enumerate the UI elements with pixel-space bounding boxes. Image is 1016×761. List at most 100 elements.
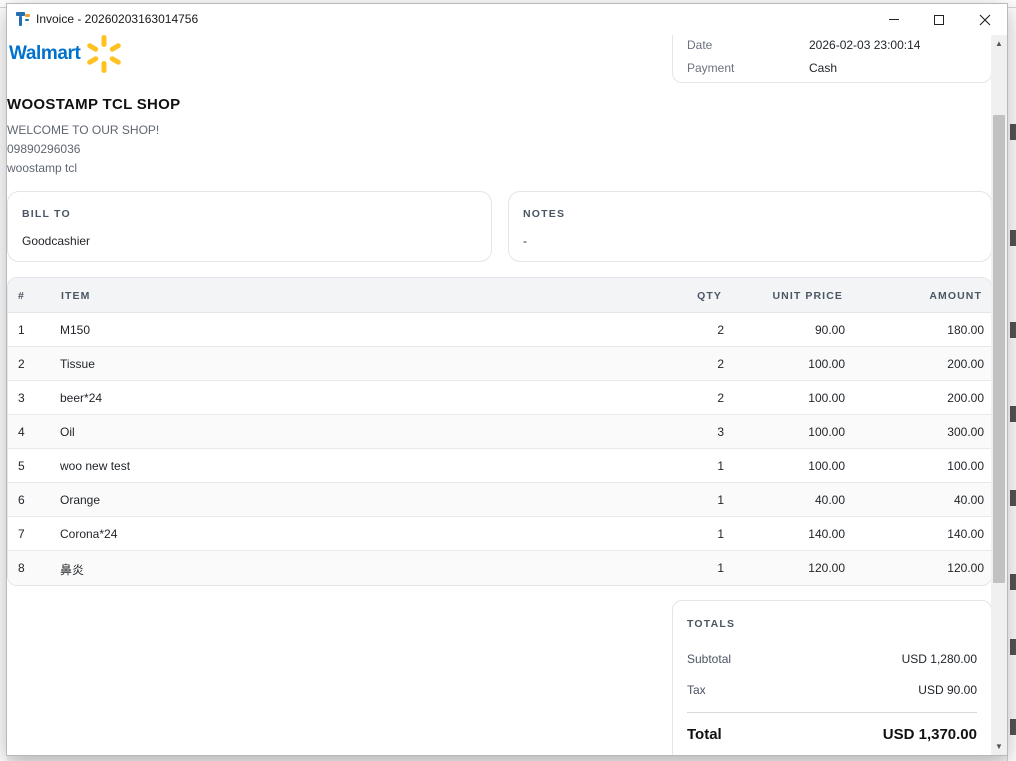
scroll-up-arrow-icon[interactable]: ▲ [991, 37, 1007, 51]
table-row: 2 Tissue 2 100.00 200.00 [8, 347, 991, 381]
bill-to-card: BILL TO Goodcashier [7, 191, 492, 262]
payment-value: Cash [809, 61, 838, 75]
column-header-qty: QTY [697, 290, 722, 302]
qty-cell: 1 [717, 561, 724, 575]
logo-wordmark: Walmart [9, 43, 81, 64]
row-number-cell: 1 [18, 323, 25, 337]
background-right-column [1007, 8, 1016, 761]
minimize-icon [889, 19, 899, 20]
item-name-cell: Orange [60, 493, 101, 507]
total-value: USD 1,370.00 [882, 726, 977, 743]
invoice-meta-card: Date 2026-02-03 23:00:14 Payment Cash [672, 35, 991, 83]
totals-card: TOTALS Subtotal USD 1,280.00 Tax USD 90.… [672, 600, 991, 755]
tax-value: USD 90.00 [918, 683, 977, 697]
unit-price-cell: 100.00 [808, 357, 845, 371]
qty-cell: 2 [717, 323, 724, 337]
date-label: Date [687, 38, 713, 52]
amount-cell: 140.00 [947, 527, 984, 541]
invoice-window: Invoice - 20260203163014756 Walmart Date… [6, 3, 1008, 756]
unit-price-cell: 40.00 [814, 493, 845, 507]
totals-divider [687, 712, 977, 713]
shop-address: woostamp tcl [7, 161, 78, 175]
table-row: 1 M150 2 90.00 180.00 [8, 313, 991, 347]
row-number-cell: 2 [18, 357, 25, 371]
qty-cell: 1 [717, 527, 724, 541]
column-header-amount: AMOUNT [929, 290, 982, 302]
bill-to-value: Goodcashier [22, 234, 91, 248]
column-header-number: # [18, 290, 25, 302]
qty-cell: 1 [717, 493, 724, 507]
shop-name: WOOSTAMP TCL SHOP [7, 96, 181, 113]
vertical-scrollbar[interactable]: ▲ ▼ [991, 35, 1007, 755]
window-titlebar[interactable]: Invoice - 20260203163014756 [7, 4, 1007, 35]
notes-value: - [523, 234, 527, 248]
window-title: Invoice - 20260203163014756 [36, 12, 199, 26]
scroll-down-arrow-icon[interactable]: ▼ [991, 740, 1007, 754]
unit-price-cell: 140.00 [808, 527, 845, 541]
item-name-cell: 鼻炎 [60, 563, 85, 577]
qty-cell: 1 [717, 459, 724, 473]
subtotal-value: USD 1,280.00 [901, 652, 977, 666]
table-row: 5 woo new test 1 100.00 100.00 [8, 449, 991, 483]
amount-cell: 40.00 [953, 493, 984, 507]
qty-cell: 2 [717, 357, 724, 371]
background-row-marker [1010, 719, 1016, 735]
total-label: Total [687, 726, 722, 743]
table-row: 8 鼻炎 1 120.00 120.00 [8, 551, 991, 585]
background-row-marker [1010, 574, 1016, 590]
row-number-cell: 4 [18, 425, 25, 439]
notes-card: NOTES - [508, 191, 991, 262]
item-name-cell: Corona*24 [60, 527, 118, 541]
amount-cell: 120.00 [947, 561, 984, 575]
shop-welcome: WELCOME TO OUR SHOP! [7, 123, 160, 137]
close-icon [979, 14, 991, 25]
totals-heading: TOTALS [687, 618, 736, 630]
shop-phone: 09890296036 [7, 142, 81, 156]
qty-cell: 3 [717, 425, 724, 439]
item-name-cell: beer*24 [60, 391, 103, 405]
subtotal-label: Subtotal [687, 652, 732, 666]
row-number-cell: 8 [18, 561, 25, 575]
item-name-cell: Tissue [60, 357, 95, 371]
column-header-unit-price: UNIT PRICE [772, 290, 843, 302]
items-table-header: # ITEM QTY UNIT PRICE AMOUNT [8, 278, 991, 313]
notes-label: NOTES [523, 208, 566, 220]
row-number-cell: 3 [18, 391, 25, 405]
amount-cell: 100.00 [947, 459, 984, 473]
background-row-marker [1010, 124, 1016, 140]
table-row: 3 beer*24 2 100.00 200.00 [8, 381, 991, 415]
qty-cell: 2 [717, 391, 724, 405]
invoice-content: Walmart Date 2026-02-03 23:00:14 Payment… [7, 35, 991, 755]
amount-cell: 200.00 [947, 391, 984, 405]
unit-price-cell: 100.00 [808, 459, 845, 473]
row-number-cell: 6 [18, 493, 25, 507]
bill-to-label: BILL TO [22, 208, 71, 220]
column-header-item: ITEM [61, 290, 91, 302]
background-row-marker [1010, 230, 1016, 246]
background-row-marker [1010, 490, 1016, 506]
scrollbar-thumb[interactable] [993, 115, 1005, 583]
items-table: # ITEM QTY UNIT PRICE AMOUNT 1 M150 2 90.00… [7, 277, 991, 586]
close-button[interactable] [962, 4, 1007, 35]
row-number-cell: 7 [18, 527, 25, 541]
amount-cell: 200.00 [947, 357, 984, 371]
item-name-cell: woo new test [60, 459, 131, 473]
spark-logo-icon [87, 35, 122, 73]
table-row: 4 Oil 3 100.00 300.00 [8, 415, 991, 449]
background-row-marker [1010, 322, 1016, 338]
maximize-button[interactable] [916, 4, 962, 35]
unit-price-cell: 100.00 [808, 425, 845, 439]
background-row-marker [1010, 639, 1016, 655]
item-name-cell: Oil [60, 425, 75, 439]
minimize-button[interactable] [871, 4, 917, 35]
maximize-icon [934, 14, 944, 25]
date-value: 2026-02-03 23:00:14 [809, 38, 921, 52]
tax-label: Tax [687, 683, 706, 697]
unit-price-cell: 90.00 [814, 323, 845, 337]
app-icon [16, 12, 30, 26]
unit-price-cell: 120.00 [808, 561, 845, 575]
background-row-marker [1010, 406, 1016, 422]
item-name-cell: M150 [60, 323, 91, 337]
table-row: 6 Orange 1 40.00 40.00 [8, 483, 991, 517]
amount-cell: 180.00 [947, 323, 984, 337]
